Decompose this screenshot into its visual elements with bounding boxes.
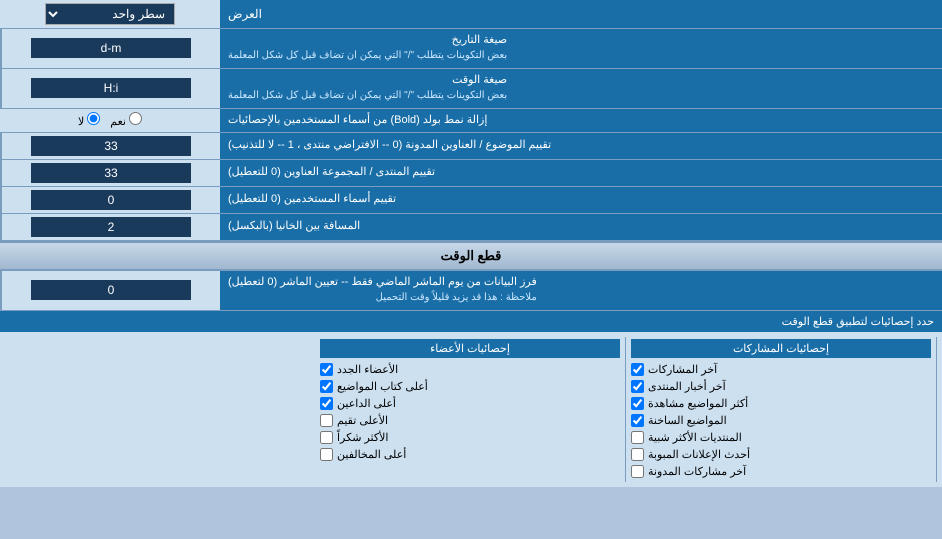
time-format-sublabel: بعض التكوينات يتطلب "/" التي يمكن ان تضا…	[228, 90, 507, 101]
cb-last-news-label: آخر أخبار المنتدى	[648, 380, 726, 393]
users-order-input-cell	[0, 187, 220, 213]
bold-remove-row: إزالة نمط بولد (Bold) من أسماء المستخدمي…	[0, 109, 942, 133]
cb-most-viewed-label: أكثر المواضيع مشاهدة	[648, 397, 748, 410]
realtime-filter-input[interactable]	[31, 280, 191, 300]
forum-order-label: تقييم المنتدى / المجموعة العناوين (0 للت…	[220, 160, 942, 186]
cb-blog-posts-input[interactable]	[631, 465, 644, 478]
cb-new-members: الأعضاء الجدد	[320, 361, 620, 378]
cb-new-members-label: الأعضاء الجدد	[337, 363, 398, 376]
cb-top-rated: الأعلى تقيم	[320, 412, 620, 429]
time-format-row: صيغة الوقت بعض التكوينات يتطلب "/" التي …	[0, 69, 942, 109]
date-format-sublabel: بعض التكوينات يتطلب "/" التي يمكن ان تضا…	[228, 50, 507, 61]
cb-top-violators-input[interactable]	[320, 448, 333, 461]
cb-last-posts: آخر المشاركات	[631, 361, 931, 378]
realtime-filter-title: فرز البيانات من يوم الماشر الماضي فقط --…	[228, 276, 537, 288]
users-order-input[interactable]	[31, 190, 191, 210]
stats-posts-header: إحصائيات المشاركات	[631, 339, 931, 358]
topic-order-label: تقييم الموضوع / العناوين المدونة (0 -- ا…	[220, 133, 942, 159]
cb-top-inviters-label: أعلى الداعين	[337, 397, 396, 410]
cb-hot-topics-label: المواضيع الساخنة	[648, 414, 727, 427]
display-select[interactable]: سطر واحد سطرين ثلاثة أسطر	[45, 3, 175, 25]
limit-label-row: حدد إحصائيات لتطبيق قطع الوقت	[0, 311, 942, 332]
cb-similar-forums-input[interactable]	[631, 431, 644, 444]
users-order-row: تقييم أسماء المستخدمين (0 للتعطيل)	[0, 187, 942, 214]
gap-input-cell	[0, 214, 220, 240]
date-format-input[interactable]	[31, 38, 191, 58]
cb-most-thanked-label: الأكثر شكراً	[337, 431, 388, 444]
gap-row: المسافة بين الخانيا (بالبكسل)	[0, 214, 942, 241]
cb-top-rated-input[interactable]	[320, 414, 333, 427]
cb-blog-posts-label: آخر مشاركات المدونة	[648, 465, 746, 478]
forum-order-input-cell	[0, 160, 220, 186]
cb-most-viewed: أكثر المواضيع مشاهدة	[631, 395, 931, 412]
realtime-filter-row: فرز البيانات من يوم الماشر الماضي فقط --…	[0, 271, 942, 311]
stats-posts-col: إحصائيات المشاركات آخر المشاركات آخر أخب…	[626, 337, 937, 482]
forum-order-row: تقييم المنتدى / المجموعة العناوين (0 للت…	[0, 160, 942, 187]
cb-most-viewed-input[interactable]	[631, 397, 644, 410]
date-format-row: صيغة التاريخ بعض التكوينات يتطلب "/" الت…	[0, 29, 942, 69]
stats-members-col: إحصائيات الأعضاء الأعضاء الجدد أعلى كتاب…	[315, 337, 626, 482]
bold-no-radio[interactable]	[87, 112, 100, 125]
users-order-label: تقييم أسماء المستخدمين (0 للتعطيل)	[220, 187, 942, 213]
cb-most-thanked-input[interactable]	[320, 431, 333, 444]
cb-last-posts-label: آخر المشاركات	[648, 363, 717, 376]
realtime-filter-note: ملاحظة : هذا قد يزيد قليلاً وقت التحميل	[376, 292, 537, 303]
cb-top-violators-label: أعلى المخالفين	[337, 448, 406, 461]
time-format-input[interactable]	[31, 78, 191, 98]
cb-most-thanked: الأكثر شكراً	[320, 429, 620, 446]
cb-classifieds-label: أحدث الإعلانات المبوبة	[648, 448, 750, 461]
time-format-label: صيغة الوقت بعض التكوينات يتطلب "/" التي …	[220, 69, 942, 108]
cb-top-rated-label: الأعلى تقيم	[337, 414, 388, 427]
limit-label: حدد إحصائيات لتطبيق قطع الوقت	[782, 316, 934, 328]
cb-top-writers-input[interactable]	[320, 380, 333, 393]
topic-order-row: تقييم الموضوع / العناوين المدونة (0 -- ا…	[0, 133, 942, 160]
cb-last-news: آخر أخبار المنتدى	[631, 378, 931, 395]
cb-hot-topics: المواضيع الساخنة	[631, 412, 931, 429]
topic-order-input[interactable]	[31, 136, 191, 156]
cb-hot-topics-input[interactable]	[631, 414, 644, 427]
cb-classifieds: أحدث الإعلانات المبوبة	[631, 446, 931, 463]
date-format-input-cell	[0, 29, 220, 68]
bold-no-label[interactable]: لا	[78, 112, 100, 128]
checkboxes-container: إحصائيات المشاركات آخر المشاركات آخر أخب…	[0, 332, 942, 487]
cb-top-writers-label: أعلى كتاب المواضيع	[337, 380, 428, 393]
stats-empty-col	[5, 337, 315, 482]
bold-remove-label: إزالة نمط بولد (Bold) من أسماء المستخدمي…	[220, 109, 942, 132]
bold-yes-label[interactable]: نعم	[110, 112, 142, 128]
bold-yes-radio[interactable]	[129, 112, 142, 125]
realtime-filter-label: فرز البيانات من يوم الماشر الماضي فقط --…	[220, 271, 942, 310]
forum-order-input[interactable]	[31, 163, 191, 183]
cb-similar-forums: المنتديات الأكثر شبية	[631, 429, 931, 446]
cb-last-posts-input[interactable]	[631, 363, 644, 376]
display-select-cell: سطر واحد سطرين ثلاثة أسطر	[0, 0, 220, 28]
gap-label: المسافة بين الخانيا (بالبكسل)	[220, 214, 942, 240]
cb-top-inviters-input[interactable]	[320, 397, 333, 410]
date-format-label: صيغة التاريخ بعض التكوينات يتطلب "/" الت…	[220, 29, 942, 68]
checkboxes-grid: إحصائيات المشاركات آخر المشاركات آخر أخب…	[5, 337, 937, 482]
cb-top-inviters: أعلى الداعين	[320, 395, 620, 412]
time-format-title: صيغة الوقت	[452, 74, 507, 86]
cb-blog-posts: آخر مشاركات المدونة	[631, 463, 931, 480]
cb-new-members-input[interactable]	[320, 363, 333, 376]
bold-remove-radio-cell: نعم لا	[0, 109, 220, 132]
gap-input[interactable]	[31, 217, 191, 237]
time-format-input-cell	[0, 69, 220, 108]
stats-members-header: إحصائيات الأعضاء	[320, 339, 620, 358]
cb-last-news-input[interactable]	[631, 380, 644, 393]
cb-top-violators: أعلى المخالفين	[320, 446, 620, 463]
realtime-section-header: قطع الوقت	[0, 241, 942, 271]
topic-order-input-cell	[0, 133, 220, 159]
display-label: العرض	[220, 0, 942, 28]
display-row: العرض سطر واحد سطرين ثلاثة أسطر	[0, 0, 942, 29]
date-format-title: صيغة التاريخ	[452, 34, 507, 46]
realtime-filter-input-cell	[0, 271, 220, 310]
main-container: العرض سطر واحد سطرين ثلاثة أسطر صيغة الت…	[0, 0, 942, 487]
cb-top-writers: أعلى كتاب المواضيع	[320, 378, 620, 395]
cb-classifieds-input[interactable]	[631, 448, 644, 461]
cb-similar-forums-label: المنتديات الأكثر شبية	[648, 431, 742, 444]
